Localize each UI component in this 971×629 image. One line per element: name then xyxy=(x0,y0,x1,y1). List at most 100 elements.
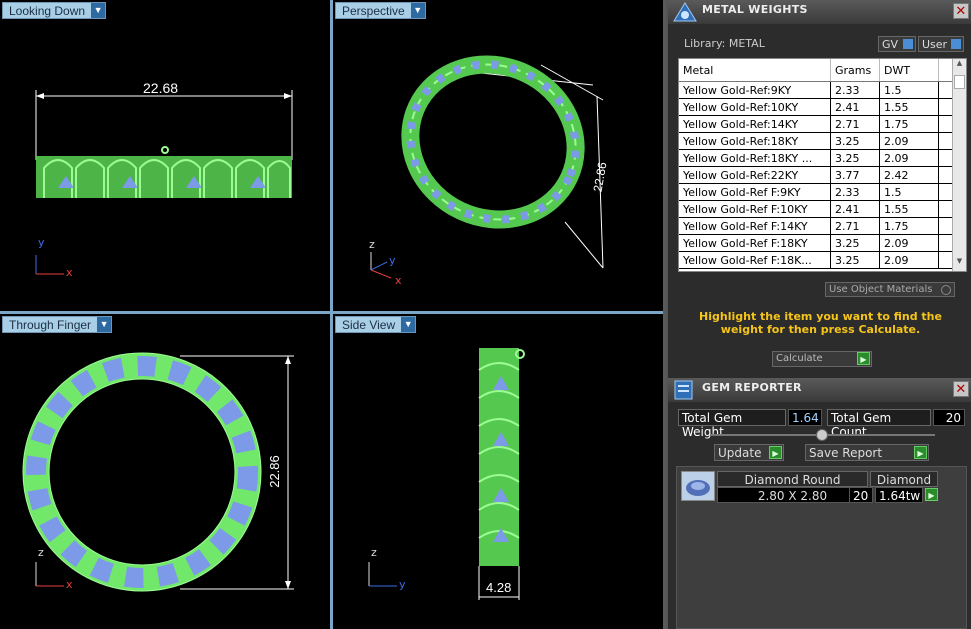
gem-details-button[interactable]: ▶ xyxy=(925,488,938,501)
dropdown-arrow-icon[interactable]: ▼ xyxy=(97,317,112,332)
user-toggle[interactable]: User xyxy=(918,36,964,52)
grams-cell: 2.41 xyxy=(831,99,880,115)
spacer-cell xyxy=(939,167,949,183)
axis-z-label: z xyxy=(38,546,44,559)
grams-cell: 3.25 xyxy=(831,133,880,149)
slider-handle[interactable] xyxy=(816,429,828,441)
table-row[interactable]: Yellow Gold-Ref F:14KY 2.71 1.75 xyxy=(679,218,966,235)
play-icon: ▶ xyxy=(769,446,782,459)
column-header-grams[interactable]: Grams xyxy=(831,59,880,81)
total-gem-count-value: 20 xyxy=(933,409,965,426)
table-row[interactable]: Yellow Gold-Ref:10KY 2.41 1.55 xyxy=(679,99,966,116)
total-gem-weight-label: Total Gem Weight xyxy=(678,409,786,439)
dwt-cell: 2.09 xyxy=(880,235,939,251)
dropdown-arrow-icon[interactable]: ▼ xyxy=(401,317,416,332)
spacer-cell xyxy=(939,99,949,115)
play-icon: ▶ xyxy=(857,352,870,365)
metal-name-cell: Yellow Gold-Ref F:10KY xyxy=(679,201,831,217)
axis-y-label: y xyxy=(389,254,396,267)
viewport-looking-down[interactable]: 22.68 y x Looking Down ▼ xyxy=(0,0,330,311)
metal-name-cell: Yellow Gold-Ref F:18KY xyxy=(679,235,831,251)
table-row[interactable]: Yellow Gold-Ref:14KY 2.71 1.75 xyxy=(679,116,966,133)
table-row[interactable]: Yellow Gold-Ref:22KY 3.77 2.42 xyxy=(679,167,966,184)
spacer-cell xyxy=(939,116,949,132)
dwt-cell: 2.09 xyxy=(880,150,939,166)
calculate-button[interactable]: Calculate ▶ xyxy=(772,351,872,367)
hint-text: Highlight the item you want to find the … xyxy=(699,310,942,336)
table-row[interactable]: Yellow Gold-Ref F:18K... 3.25 2.09 xyxy=(679,252,966,269)
metal-rows: Yellow Gold-Ref:9KY 2.33 1.5 Yellow Gold-Re… xyxy=(679,82,966,269)
gem-report-area: Diamond Round Diamond 2.80 X 2.80 20 1.6… xyxy=(676,466,967,629)
gem-reporter-icon xyxy=(674,380,693,400)
metal-table[interactable]: Metal Grams DWT Yellow Gold-Ref:9KY 2.33 1… xyxy=(678,58,967,272)
table-row[interactable]: Yellow Gold-Ref F:18KY 3.25 2.09 xyxy=(679,235,966,252)
metal-name-cell: Yellow Gold-Ref:10KY xyxy=(679,99,831,115)
spacer-cell xyxy=(939,150,949,166)
table-row[interactable]: Yellow Gold-Ref:9KY 2.33 1.5 xyxy=(679,82,966,99)
table-row[interactable]: Yellow Gold-Ref F:9KY 2.33 1.5 xyxy=(679,184,966,201)
close-icon[interactable]: ✕ xyxy=(953,3,969,19)
metal-name-cell: Yellow Gold-Ref F:9KY xyxy=(679,184,831,200)
table-row[interactable]: Yellow Gold-Ref F:10KY 2.41 1.55 xyxy=(679,201,966,218)
use-object-materials-checkbox[interactable]: Use Object Materials xyxy=(825,282,955,297)
dwt-cell: 1.55 xyxy=(880,201,939,217)
gem-carat-weight: 1.64tw xyxy=(875,487,923,503)
axis-x-label: x xyxy=(66,266,73,279)
toggle-icon xyxy=(951,39,961,49)
scroll-up-icon[interactable]: ▲ xyxy=(953,59,966,73)
dwt-cell: 1.55 xyxy=(880,99,939,115)
grams-cell: 2.33 xyxy=(831,82,880,98)
gem-thumbnail[interactable] xyxy=(681,471,715,501)
scroll-thumb[interactable] xyxy=(954,75,965,89)
axis-y-label: y xyxy=(38,236,45,249)
metal-name-cell: Yellow Gold-Ref:9KY xyxy=(679,82,831,98)
dropdown-arrow-icon[interactable]: ▼ xyxy=(410,3,425,18)
viewport-label[interactable]: Perspective ▼ xyxy=(335,2,426,19)
column-header-dwt[interactable]: DWT xyxy=(880,59,939,81)
column-header-metal[interactable]: Metal xyxy=(679,59,831,81)
update-button[interactable]: Update ▶ xyxy=(714,444,784,461)
spacer-cell xyxy=(939,133,949,149)
grams-cell: 3.25 xyxy=(831,150,880,166)
checkbox-icon xyxy=(941,285,951,295)
viewport-divider-horizontal[interactable] xyxy=(0,311,663,314)
play-icon: ▶ xyxy=(914,446,927,459)
viewport-label[interactable]: Looking Down ▼ xyxy=(2,2,107,19)
metal-name-cell: Yellow Gold-Ref:18KY ... xyxy=(679,150,831,166)
ring-perspective-view xyxy=(370,55,604,279)
grams-cell: 3.25 xyxy=(831,252,880,268)
metal-name-cell: Yellow Gold-Ref:22KY xyxy=(679,167,831,183)
viewport-perspective[interactable]: 22.86 z y x Perspective ▼ xyxy=(333,0,663,311)
viewport-divider-vertical[interactable] xyxy=(330,0,333,629)
metal-name-cell: Yellow Gold-Ref:18KY xyxy=(679,133,831,149)
spacer-cell xyxy=(939,235,949,251)
metal-name-cell: Yellow Gold-Ref F:14KY xyxy=(679,218,831,234)
gv-toggle[interactable]: GV xyxy=(878,36,916,52)
dropdown-arrow-icon[interactable]: ▼ xyxy=(91,3,106,18)
scrollbar[interactable]: ▲ ▼ xyxy=(952,59,966,271)
viewport-through-finger[interactable]: 22.86 z x Through Finger ▼ xyxy=(0,314,330,629)
spacer-cell xyxy=(939,184,949,200)
diamond-icon xyxy=(686,480,710,496)
viewport-side-view[interactable]: 4.28 z y Side View ▼ xyxy=(333,314,663,629)
scroll-down-icon[interactable]: ▼ xyxy=(953,257,966,271)
dwt-cell: 2.09 xyxy=(880,133,939,149)
viewport-label[interactable]: Side View ▼ xyxy=(335,316,417,333)
spacer-cell xyxy=(939,201,949,217)
table-row[interactable]: Yellow Gold-Ref:18KY 3.25 2.09 xyxy=(679,133,966,150)
save-report-button[interactable]: Save Report ▶ xyxy=(805,444,929,461)
viewport-label[interactable]: Through Finger ▼ xyxy=(2,316,113,333)
table-row[interactable]: Yellow Gold-Ref:18KY ... 3.25 2.09 xyxy=(679,150,966,167)
axis-x-label: x xyxy=(66,578,73,591)
metal-weights-header: METAL WEIGHTS ✕ xyxy=(668,0,971,24)
gem-size: 2.80 X 2.80 xyxy=(717,487,868,503)
metal-name-cell: Yellow Gold-Ref:14KY xyxy=(679,116,831,132)
gem-material: Diamond xyxy=(870,471,938,487)
grams-cell: 2.33 xyxy=(831,184,880,200)
toggle-icon xyxy=(903,39,913,49)
axis-z-label: z xyxy=(369,238,375,251)
metal-name-cell: Yellow Gold-Ref F:18K... xyxy=(679,252,831,268)
close-icon[interactable]: ✕ xyxy=(953,381,969,397)
spacer-cell xyxy=(939,252,949,268)
dwt-cell: 2.42 xyxy=(880,167,939,183)
